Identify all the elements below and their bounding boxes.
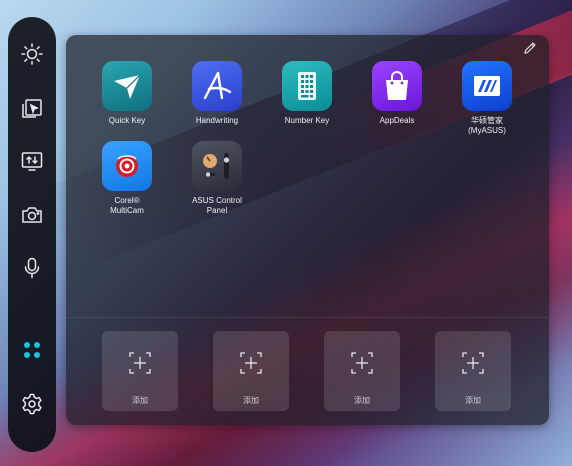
apps-panel: Quick Key Handwriting Number Key AppDeal… <box>66 35 549 425</box>
myasus-icon <box>462 61 512 111</box>
add-slot[interactable]: 添加 <box>102 331 178 411</box>
window-cursor-icon[interactable] <box>17 93 47 123</box>
sidebar <box>8 17 56 452</box>
add-slot[interactable]: 添加 <box>324 331 400 411</box>
camera-icon[interactable] <box>17 200 47 230</box>
app-asus-control-panel[interactable]: ASUS Control Panel <box>177 141 257 216</box>
app-quick-key[interactable]: Quick Key <box>87 61 167 126</box>
gear-icon[interactable] <box>17 389 47 419</box>
app-myasus[interactable]: 华硕管家 (MyASUS) <box>447 61 527 136</box>
number-key-icon <box>282 61 332 111</box>
sun-icon[interactable] <box>17 39 47 69</box>
asus-control-panel-icon <box>192 141 242 191</box>
app-appdeals[interactable]: AppDeals <box>357 61 437 126</box>
pencil-icon[interactable] <box>522 40 538 56</box>
quick-key-icon <box>102 61 152 111</box>
add-slot[interactable]: 添加 <box>435 331 511 411</box>
app-label: Handwriting <box>195 116 239 125</box>
app-label: AppDeals <box>379 116 415 125</box>
corel-multicam-icon <box>102 141 152 191</box>
microphone-icon[interactable] <box>17 253 47 283</box>
app-corel-multicam[interactable]: Corel® MultiCam <box>87 141 167 216</box>
app-label: Number Key <box>284 116 330 125</box>
handwriting-icon <box>192 61 242 111</box>
app-label: 华硕管家 (MyASUS) <box>468 116 506 135</box>
screen-arrows-icon[interactable] <box>17 146 47 176</box>
add-icon <box>240 352 262 374</box>
add-slot-label: 添加 <box>132 396 148 405</box>
add-slot-label: 添加 <box>465 396 481 405</box>
add-icon <box>462 352 484 374</box>
divider <box>66 317 549 318</box>
app-label: ASUS Control Panel <box>192 196 242 215</box>
add-icon <box>129 352 151 374</box>
add-slot-label: 添加 <box>243 396 259 405</box>
add-slot[interactable]: 添加 <box>213 331 289 411</box>
app-handwriting[interactable]: Handwriting <box>177 61 257 126</box>
dots-grid-icon[interactable] <box>17 335 47 365</box>
app-label: Quick Key <box>108 116 146 125</box>
add-icon <box>351 352 373 374</box>
add-slot-label: 添加 <box>354 396 370 405</box>
appdeals-icon <box>372 61 422 111</box>
app-number-key[interactable]: Number Key <box>267 61 347 126</box>
app-label: Corel® MultiCam <box>110 196 144 215</box>
